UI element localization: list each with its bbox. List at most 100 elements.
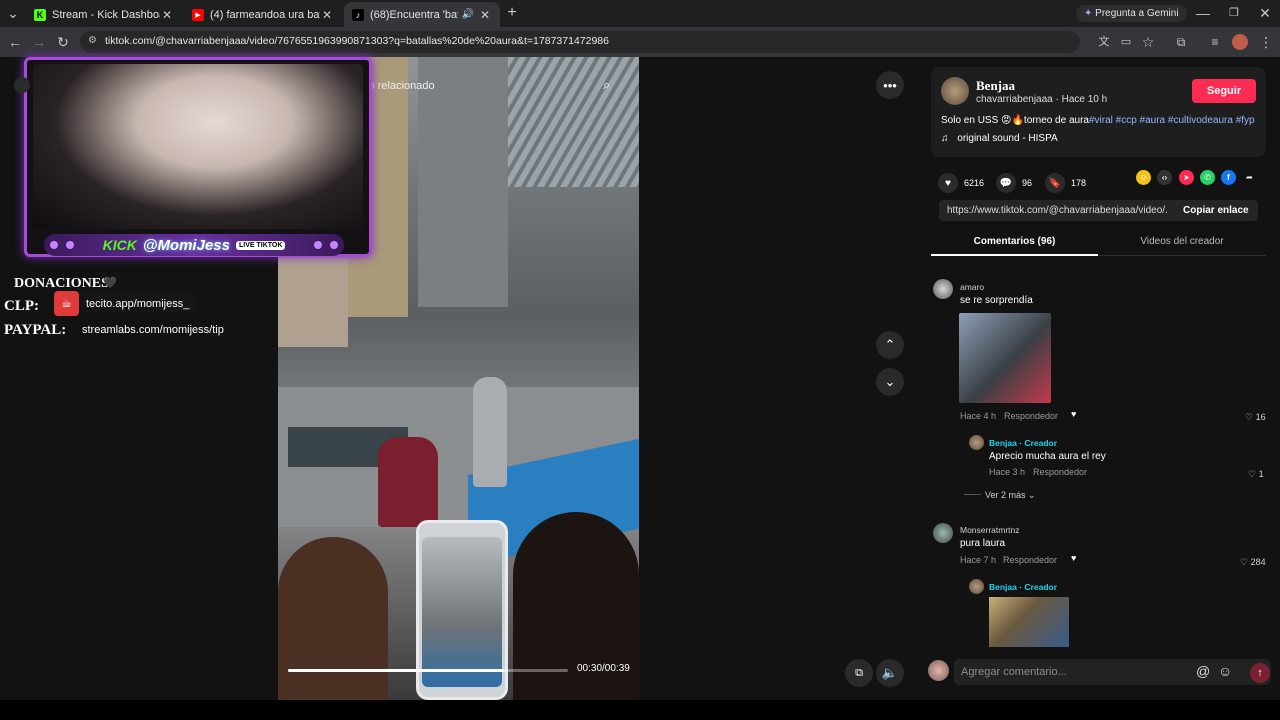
bookmark-icon[interactable]: 🔖 [1045, 173, 1065, 193]
restore-icon[interactable]: ❐ [1225, 4, 1243, 22]
tab-youtube[interactable]: ▶ (4) farmeandoa ura batallas - Y ✕ [184, 2, 342, 27]
chevron-down-icon: ⌄ [1028, 490, 1036, 500]
view-more-replies[interactable]: Ver 2 más ⌄ [985, 490, 1036, 501]
sound-row[interactable]: ♫ original sound - HISPA [941, 133, 1058, 144]
embed-icon[interactable]: ‹› [1157, 170, 1172, 185]
site-info-icon[interactable]: ⚙ [88, 35, 97, 46]
comment-username[interactable]: Monserratmrtnz [960, 525, 1020, 535]
speaker-icon[interactable]: 🔊 [458, 9, 478, 20]
comment-icon[interactable]: 💬 [996, 173, 1016, 193]
more-options-button[interactable]: ••• [876, 71, 904, 99]
reply-button[interactable]: Respondedor [1004, 411, 1058, 421]
chevron-down-icon: ⌄ [884, 374, 896, 389]
cast-icon[interactable]: ▭ [1117, 33, 1135, 51]
follow-button[interactable]: Seguir [1192, 79, 1256, 103]
whatsapp-icon[interactable]: ✆ [1200, 170, 1215, 185]
next-video-button[interactable]: ⌄ [876, 368, 904, 396]
tab-comments[interactable]: Comentarios (96) [931, 236, 1098, 247]
tab-search-icon[interactable]: ⌄ [4, 4, 22, 22]
forward-icon[interactable]: → [30, 33, 48, 51]
tiktok-page: ido relacionado ⌕ 00:30/00:39 ••• ⌃ ⌄ ⧉ … [0, 57, 1280, 700]
facebook-icon[interactable]: f [1221, 170, 1236, 185]
like-button[interactable]: ♡ 284 [1240, 557, 1266, 568]
tab-title: Stream - Kick Dashboard [52, 8, 160, 21]
close-icon[interactable]: ✕ [160, 8, 174, 22]
menu-icon[interactable]: ⋮ [1257, 33, 1275, 51]
comment-username[interactable]: Benjaa · Creador [989, 438, 1057, 448]
like-button[interactable]: ♡ 1 [1248, 469, 1264, 480]
like-count: 6216 [964, 178, 985, 188]
tab-title: (4) farmeandoa ura batallas - Y [210, 8, 320, 21]
reply-button[interactable]: Respondedor [1033, 467, 1087, 477]
pip-icon: ⧉ [855, 666, 863, 679]
comment-image[interactable] [959, 313, 1051, 403]
heart-icon[interactable]: ♥ [938, 173, 958, 193]
progress-bar[interactable] [288, 669, 568, 672]
close-icon[interactable]: ✕ [320, 8, 334, 22]
back-icon[interactable]: ← [6, 33, 24, 51]
comment-input[interactable]: Agregar comentario... @ ☺ [954, 659, 1271, 685]
save-stat[interactable]: 🔖 178 [1045, 173, 1086, 193]
extensions-icon[interactable]: ⧉ [1172, 33, 1190, 51]
tab-tiktok[interactable]: ♪ (68)Encuentra 'batallas de a 🔊 ✕ [344, 2, 500, 27]
avatar[interactable] [933, 279, 953, 299]
kick-logo: KICK [102, 237, 137, 253]
comment-image[interactable] [989, 597, 1069, 647]
like-button[interactable]: ♡ 16 [1245, 412, 1266, 423]
reading-list-icon[interactable]: ≡ [1206, 33, 1224, 51]
share-icon[interactable]: ➦ [1242, 170, 1257, 185]
creator-handle[interactable]: chavarriabenjaaa · Hace 10 h [976, 94, 1107, 105]
close-window-icon[interactable]: ✕ [1256, 4, 1274, 22]
url-text[interactable]: tiktok.com/@chavarriabenjaaa/video/76765… [105, 35, 609, 47]
tiktok-icon: ♪ [352, 8, 364, 21]
hashtags[interactable]: #viral #ccp #aura #cultivodeaura #fyp [1089, 115, 1255, 126]
clp-value-box: tecito.app/momijess_ [80, 293, 196, 313]
gemini-button[interactable]: ✦ Pregunta a Gemini [1076, 5, 1187, 22]
taskbar-edge [0, 700, 1280, 720]
tab-creator-videos[interactable]: Videos del creador [1098, 236, 1266, 247]
avatar[interactable] [933, 523, 953, 543]
creator-avatar[interactable] [941, 77, 969, 105]
emoji-icon[interactable]: ☺ [1218, 663, 1232, 679]
previous-video-button[interactable]: ⌃ [876, 331, 904, 359]
post-comment-button[interactable]: ↑ [1250, 663, 1270, 683]
send-icon[interactable]: ➤ [1179, 170, 1194, 185]
close-icon[interactable]: ✕ [478, 8, 492, 22]
comment-username[interactable]: amaro [960, 282, 984, 292]
avatar[interactable] [969, 579, 984, 594]
caption-text: Solo en USS 😡🔥torneo de aura [941, 115, 1089, 126]
mention-icon[interactable]: @ [1196, 663, 1210, 679]
reload-icon[interactable]: ↻ [54, 33, 72, 51]
reply-button[interactable]: Respondedor [1003, 555, 1057, 565]
tab-bar: ⌄ K Stream - Kick Dashboard ✕ ▶ (4) farm… [0, 0, 1280, 27]
new-tab-button[interactable]: + [503, 4, 521, 22]
search-icon[interactable]: ⌕ [603, 77, 610, 93]
minimize-icon[interactable]: — [1194, 4, 1212, 22]
like-stat[interactable]: ♥ 6216 [938, 173, 984, 193]
heart-icon: 🖤 [103, 277, 117, 289]
comment-username[interactable]: Benjaa · Creador [989, 582, 1057, 592]
comment-tabs: Comentarios (96) Videos del creador [931, 232, 1266, 256]
profile-avatar[interactable] [1232, 34, 1248, 50]
gemini-label: Pregunta a Gemini [1095, 8, 1179, 19]
related-search-hint[interactable]: ido relacionado [360, 75, 510, 97]
share-url[interactable]: https://www.tiktok.com/@chavarriabenjaaa… [947, 205, 1167, 216]
omnibox[interactable]: ⚙ tiktok.com/@chavarriabenjaaa/video/767… [80, 31, 1080, 53]
translate-icon[interactable]: 文 [1095, 33, 1113, 51]
my-avatar [928, 660, 949, 681]
comment-time: Hace 7 h [960, 555, 997, 565]
tab-kick[interactable]: K Stream - Kick Dashboard ✕ [26, 2, 182, 27]
timecode: 00:30/00:39 [577, 663, 630, 674]
picture-in-picture-button[interactable]: ⧉ [845, 659, 873, 687]
sound-name[interactable]: original sound - HISPA [957, 133, 1057, 144]
active-tab-indicator [931, 254, 1098, 256]
coin-icon[interactable]: ☺ [1136, 170, 1151, 185]
volume-button[interactable]: 🔈 [876, 659, 904, 687]
creator-name[interactable]: Benjaa [976, 78, 1015, 94]
copy-link-button[interactable]: Copiar enlace [1183, 205, 1249, 216]
kick-icon: K [34, 8, 46, 21]
avatar[interactable] [969, 435, 984, 450]
comment-stat[interactable]: 💬 96 [996, 173, 1032, 193]
donations-title: DONACIONES [14, 276, 109, 291]
bookmark-star-icon[interactable]: ☆ [1139, 33, 1157, 51]
